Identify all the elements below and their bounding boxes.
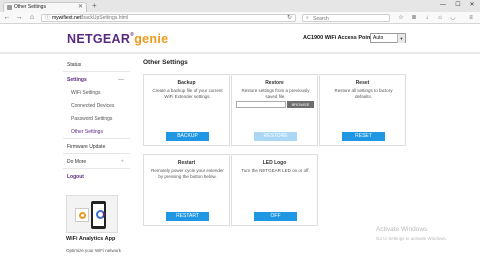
reload-icon[interactable]: ↻ (287, 15, 292, 22)
restore-file-input[interactable] (236, 101, 286, 108)
watermark-line2: Go to Settings to activate Windows. (376, 236, 448, 241)
site-info-icon[interactable]: ⓘ (45, 15, 50, 22)
sidebar-item-password-settings[interactable]: Password Settings (63, 113, 130, 125)
sidebar-item-label: Other Settings (71, 129, 103, 135)
expand-icon: + (120, 159, 124, 165)
netgear-genie-logo: NETGEAR®genie (67, 32, 168, 46)
sidebar-item-label: Logout (67, 174, 84, 180)
watermark-line1: Activate Windows (376, 226, 428, 233)
browser-search-box[interactable]: ⌕ (302, 14, 390, 22)
card-title: Backup (177, 80, 196, 86)
close-tab-icon[interactable]: ✕ (78, 3, 83, 12)
logo-genie-text: genie (134, 32, 169, 46)
app-promo-image[interactable] (66, 195, 118, 233)
search-input[interactable] (313, 15, 387, 22)
url-text: mywifiext.net/backUpSettings.html (52, 15, 128, 22)
card-title: Reset (355, 80, 370, 86)
restore-card: Restore Restore settings from a previous… (231, 74, 318, 146)
browse-button[interactable]: BROWSE (287, 101, 314, 108)
page-favicon-icon (7, 5, 12, 10)
sidebar-item-label: Firmware Update (67, 144, 106, 150)
close-window-button[interactable]: ✕ (465, 0, 479, 10)
restart-button[interactable]: RESTART (166, 212, 209, 221)
url-host: mywifiext.net (52, 15, 81, 21)
sidebar-item-label: Settings (67, 77, 87, 83)
sidebar-item-label: Password Settings (71, 116, 113, 122)
restart-card: Restart Remotely power cycle your extend… (143, 154, 230, 226)
reset-card: Reset Restore all settings to factory de… (319, 74, 406, 146)
collapse-icon: — (118, 77, 124, 83)
card-description: Remotely power cycle your extender by pr… (151, 168, 224, 179)
sidebar-item-logout[interactable]: Logout (63, 171, 130, 184)
pocket-icon[interactable]: ◡ (448, 13, 458, 23)
browser-nav-bar: ← → ⌂ ⓘ mywifiext.net/backUpSettings.htm… (0, 12, 480, 24)
card-description: Restore all settings to factory defaults… (334, 88, 393, 99)
sidebar-item-firmware-update[interactable]: Firmware Update (63, 141, 130, 154)
sidebar-item-label: Status (67, 62, 82, 68)
led-off-button[interactable]: OFF (254, 212, 297, 221)
sidebar-item-settings[interactable]: Settings — (63, 74, 130, 87)
browser-tab-title: Other Settings (14, 4, 46, 10)
card-title: Restart (177, 160, 196, 166)
browser-tab-bar: Other Settings ✕ + — ☐ ✕ (0, 0, 480, 12)
card-description: Create a backup file of your current WiF… (152, 88, 223, 99)
home-toolbar-icon[interactable]: ⌂ (435, 13, 445, 23)
minimize-window-button[interactable]: — (436, 0, 450, 10)
sidebar-item-connected-devices[interactable]: Connected Devices (63, 100, 130, 112)
address-bar[interactable]: ⓘ mywifiext.net/backUpSettings.html ↻ (41, 14, 296, 22)
bookmark-star-icon[interactable]: ☆ (396, 13, 406, 23)
maximize-window-button[interactable]: ☐ (451, 0, 465, 10)
card-title: LED Logo (262, 160, 287, 166)
language-select[interactable]: Auto ▼ (370, 33, 406, 43)
promo-title: WiFi Analytics App (66, 236, 116, 242)
app-tile-icon (75, 208, 89, 222)
restore-button[interactable]: RESTORE (254, 132, 297, 141)
sidebar-item-wifi-settings[interactable]: WiFi Settings (63, 87, 130, 99)
activate-windows-watermark: Activate Windows Go to Settings to activ… (376, 226, 447, 241)
url-path: /backUpSettings.html (80, 15, 129, 21)
site-header: NETGEAR®genie AC1900 WiFi Access Point A… (0, 24, 480, 54)
new-tab-button[interactable]: + (92, 1, 97, 11)
card-description: Restore settings from a previously saved… (241, 88, 310, 99)
home-button[interactable]: ⌂ (27, 13, 37, 23)
menu-icon[interactable]: ≡ (466, 13, 476, 23)
forward-button[interactable]: → (14, 13, 24, 23)
page-title: Other Settings (143, 59, 188, 66)
search-icon: ⌕ (306, 15, 309, 21)
sidebar-item-status[interactable]: Status (63, 59, 130, 72)
reset-button[interactable]: RESET (342, 132, 385, 141)
sidebar-item-do-more[interactable]: Do More + (63, 156, 130, 169)
sidebar-item-label: Do More (67, 159, 87, 165)
language-select-value: Auto (373, 35, 384, 41)
browser-tab[interactable]: Other Settings ✕ (3, 2, 87, 12)
sidebar-item-label: Connected Devices (71, 103, 115, 109)
promo-text: Optimize your WiFi network (66, 248, 122, 253)
device-name: AC1900 WiFi Access Point (303, 35, 373, 41)
sidebar-item-other-settings[interactable]: Other Settings (63, 126, 130, 139)
back-button[interactable]: ← (2, 13, 12, 23)
download-icon[interactable]: ↓ (422, 13, 432, 23)
led-logo-card: LED Logo Turn the NETGEAR LED on or off.… (231, 154, 318, 226)
card-title: Restore (265, 80, 284, 86)
backup-card: Backup Create a backup file of your curr… (143, 74, 230, 146)
backup-button[interactable]: BACKUP (166, 132, 209, 141)
reading-list-icon[interactable]: ≣ (409, 13, 419, 23)
chevron-down-icon: ▼ (397, 34, 405, 43)
card-description: Turn the NETGEAR LED on or off. (241, 168, 310, 173)
logo-main-text: NETGEAR (67, 32, 131, 46)
sidebar-item-label: WiFi Settings (71, 90, 101, 96)
phone-icon (91, 201, 106, 229)
